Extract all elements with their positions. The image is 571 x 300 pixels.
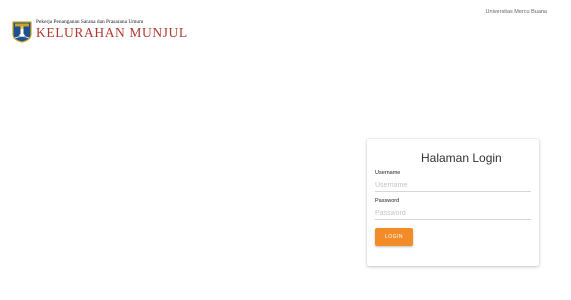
brand-text: Pekerja Penanganan Sarana dan Prasarana …	[36, 19, 188, 40]
page: Pekerja Penanganan Sarana dan Prasarana …	[0, 0, 571, 300]
university-label: Universitas Mercu Buana	[485, 9, 547, 15]
password-field: Password	[375, 198, 531, 220]
password-input[interactable]	[375, 207, 531, 220]
login-card: Halaman Login Username Password LOGIN	[367, 139, 539, 266]
brand-header: Pekerja Penanganan Sarana dan Prasarana …	[12, 19, 188, 43]
password-label: Password	[375, 198, 400, 204]
jakarta-crest-icon	[12, 21, 32, 43]
username-label: Username	[375, 170, 401, 176]
login-button[interactable]: LOGIN	[375, 228, 413, 246]
login-title: Halaman Login	[421, 151, 502, 165]
username-input[interactable]	[375, 179, 531, 192]
brand-title: KELURAHAN MUNJUL	[36, 25, 188, 40]
username-field: Username	[375, 170, 531, 192]
